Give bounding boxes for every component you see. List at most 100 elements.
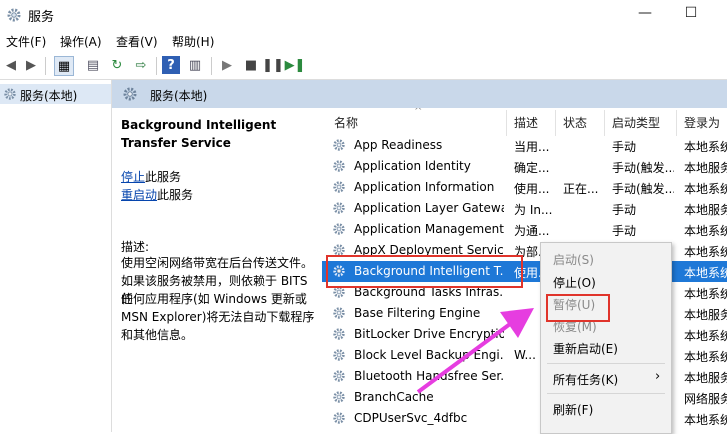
service-gear-icon <box>333 349 345 361</box>
menu-bar: 文件(F) 操作(A) 查看(V) 帮助(H) <box>0 31 727 51</box>
window-title: 服务 <box>28 10 55 25</box>
table-row[interactable]: Application Information 使用... 正在... 手动(触发..… <box>322 177 727 198</box>
menu-view[interactable]: 查看(V) <box>116 33 158 50</box>
menu-item-stop[interactable]: 停止(O) <box>553 274 596 291</box>
cell-name: App Readiness <box>354 138 443 152</box>
stop-suffix: 此服务 <box>145 170 182 184</box>
service-gear-icon <box>333 307 345 319</box>
column-header-description[interactable]: 描述 <box>514 110 538 136</box>
stop-service-link[interactable]: 停止 <box>121 170 145 184</box>
properties-icon[interactable]: ▤ <box>84 56 102 74</box>
cell-log-on-as: 本地系统 <box>684 413 727 427</box>
service-gear-icon <box>333 412 345 424</box>
cell-description: 使用... <box>514 182 550 196</box>
toolbar: ◀ ▶ ▦ ▤ ↻ ⇨ ? ▥ ▶ ■ ❚❚ ▶❚ <box>0 53 727 80</box>
menu-item-all-tasks[interactable]: 所有任务(K) <box>553 371 618 388</box>
show-hide-action-pane-icon[interactable]: ▥ <box>186 56 204 74</box>
table-row[interactable]: Application Management 为通... 手动 本地系统 <box>322 219 727 240</box>
cell-description: 当用... <box>514 140 550 154</box>
cell-startup-type: 手动(触发... <box>612 161 674 175</box>
maximize-button[interactable]: ☐ <box>681 5 701 23</box>
service-gear-icon <box>333 202 345 214</box>
cell-description: 为通... <box>514 224 550 238</box>
description-pane: Background Intelligent Transfer Service … <box>112 108 322 432</box>
menu-separator <box>547 363 665 364</box>
show-console-tree-icon[interactable]: ▦ <box>54 56 74 76</box>
cell-log-on-as: 本地服务 <box>684 308 727 322</box>
column-separator <box>555 110 556 136</box>
cell-startup-type: 手动 <box>612 140 637 154</box>
restart-service-link[interactable]: 重启动 <box>121 188 157 202</box>
export-list-icon[interactable]: ⇨ <box>132 56 150 74</box>
table-row[interactable]: Application Layer Gatewa... 为 In... 手动 本地服务 <box>322 198 727 219</box>
menu-separator <box>547 393 665 394</box>
column-header-startup-type[interactable]: 启动类型 <box>612 110 660 136</box>
menu-item-refresh[interactable]: 刷新(F) <box>553 401 593 418</box>
description-line: 任何应用程序(如 Windows 更新或 <box>121 292 307 306</box>
cell-log-on-as: 本地系统 <box>684 329 727 343</box>
restart-suffix: 此服务 <box>157 188 194 202</box>
services-gear-icon <box>123 87 137 101</box>
column-separator <box>604 110 605 136</box>
column-separator <box>676 110 677 136</box>
back-arrow-icon[interactable]: ◀ <box>2 56 20 74</box>
cell-log-on-as: 本地服务 <box>684 371 727 385</box>
toolbar-separator <box>45 57 46 75</box>
cell-description: 为 In... <box>514 203 552 217</box>
tree-item-services-local[interactable]: 服务(本地) <box>0 84 111 104</box>
cell-log-on-as: 网络服务 <box>684 392 727 406</box>
menu-action[interactable]: 操作(A) <box>60 33 102 50</box>
column-header-log-on-as[interactable]: 登录为 <box>684 110 720 136</box>
toolbar-separator <box>156 57 157 75</box>
restart-action-line: 重启动此服务 <box>121 186 193 204</box>
cell-log-on-as: 本地服务 <box>684 203 727 217</box>
cell-name: Application Management <box>354 222 504 236</box>
cell-name: Application Layer Gatewa... <box>354 201 504 215</box>
column-separator <box>506 110 507 136</box>
help-icon[interactable]: ? <box>162 56 180 74</box>
cell-startup-type: 手动 <box>612 203 637 217</box>
menu-item-start[interactable]: 启动(S) <box>553 251 594 268</box>
stop-service-icon[interactable]: ■ <box>242 56 260 74</box>
context-menu: 启动(S) 停止(O) 暂停(U) 恢复(M) 重新启动(E) 所有任务(K) … <box>540 242 672 434</box>
column-header-status[interactable]: 状态 <box>563 110 587 136</box>
service-gear-icon <box>333 391 345 403</box>
cell-name: Application Information <box>354 180 495 194</box>
pause-service-icon[interactable]: ❚❚ <box>262 56 284 74</box>
menu-help[interactable]: 帮助(H) <box>172 33 214 50</box>
highlight-box-stop <box>546 294 610 322</box>
start-service-icon[interactable]: ▶ <box>218 56 236 74</box>
restart-service-icon[interactable]: ▶❚ <box>285 56 306 74</box>
tree-item-label: 服务(本地) <box>20 89 78 103</box>
table-row[interactable]: Application Identity 确定... 手动(触发... 本地服务 <box>322 156 727 177</box>
cell-name: CDPUserSvc_4dfbc <box>354 411 468 425</box>
pane-header: 服务(本地) <box>112 80 727 108</box>
cell-log-on-as: 本地系统 <box>684 266 727 280</box>
table-row[interactable]: App Readiness 当用... 手动 本地系统 <box>322 135 727 156</box>
minimize-button[interactable]: — <box>635 5 655 23</box>
menu-item-restart[interactable]: 重新启动(E) <box>553 340 618 357</box>
highlight-box-selected-service <box>326 255 523 288</box>
service-title: Background Intelligent Transfer Service <box>121 118 277 150</box>
cell-startup-type: 手动 <box>612 224 637 238</box>
submenu-arrow-icon: › <box>655 369 661 384</box>
description-line: MSN Explorer)将无法自动下载程序 <box>121 310 315 324</box>
annotation-arrow-icon <box>416 308 534 394</box>
pane-header-title: 服务(本地) <box>150 89 208 103</box>
cell-log-on-as: 本地系统 <box>684 287 727 301</box>
column-header-name[interactable]: 名称 <box>334 110 358 136</box>
service-gear-icon <box>333 181 345 193</box>
cell-description: 确定... <box>514 161 550 175</box>
cell-log-on-as: 本地系统 <box>684 182 727 196</box>
forward-arrow-icon[interactable]: ▶ <box>22 56 40 74</box>
sort-ascending-icon: ^ <box>414 108 423 117</box>
description-line: 和其他信息。 <box>121 328 194 342</box>
cell-startup-type: 手动(触发... <box>612 182 674 196</box>
description-line: 使用空闲网络带宽在后台传送文件。 <box>121 256 314 270</box>
list-header: ^ 名称 描述 状态 启动类型 登录为 <box>322 108 727 138</box>
cell-log-on-as: 本地系统 <box>684 245 727 259</box>
refresh-icon[interactable]: ↻ <box>108 56 126 74</box>
menu-file[interactable]: 文件(F) <box>6 33 46 50</box>
cell-log-on-as: 本地服务 <box>684 161 727 175</box>
cell-status: 正在... <box>563 182 599 196</box>
